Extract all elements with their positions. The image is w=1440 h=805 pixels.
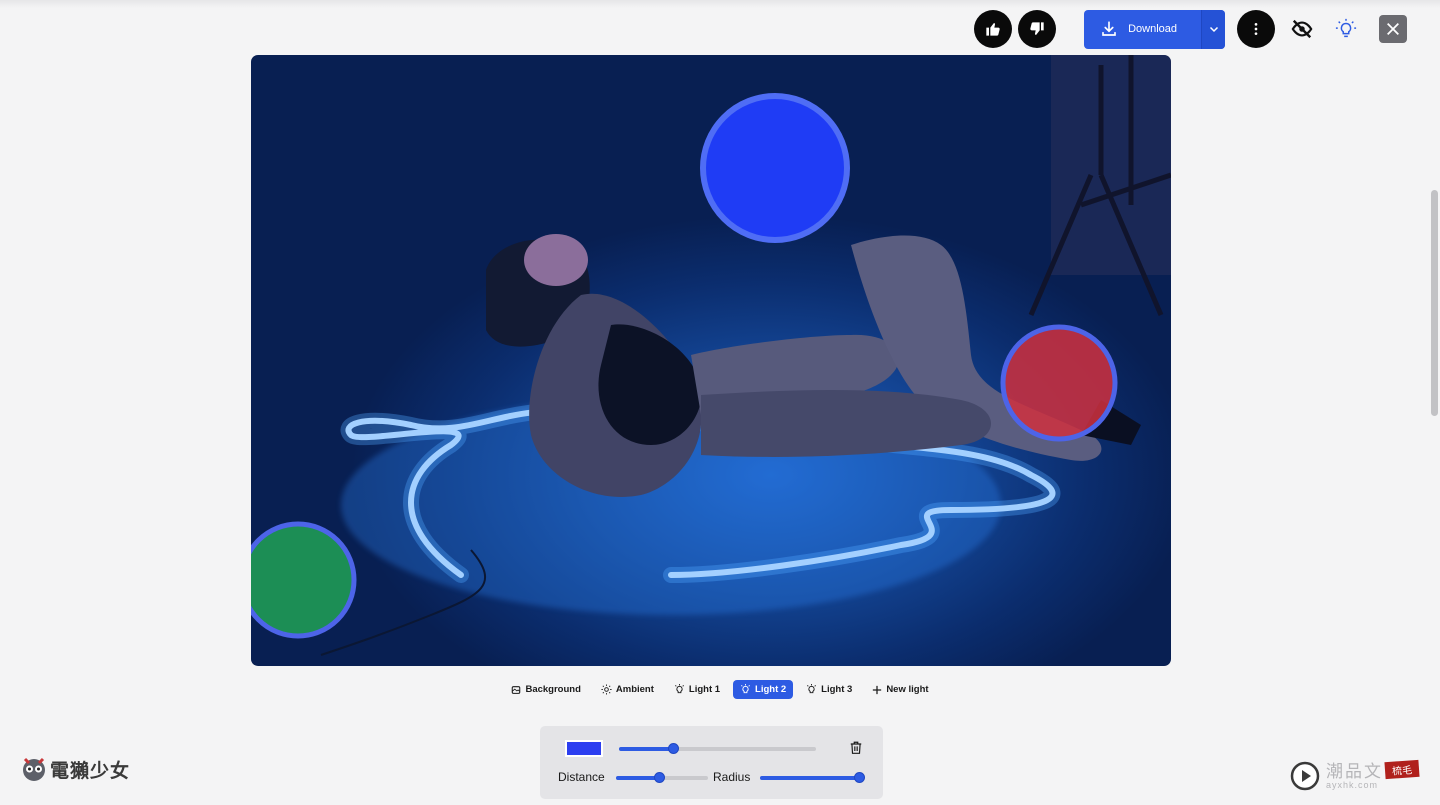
tab-light-1[interactable]: Light 1 <box>667 680 727 699</box>
light-3-handle[interactable] <box>1000 324 1118 442</box>
plus-icon <box>873 685 882 694</box>
radius-slider-fill <box>760 776 860 780</box>
more-options-button[interactable] <box>1237 10 1275 48</box>
thumbs-down-button[interactable] <box>1018 10 1057 48</box>
tab-new-light-label: New light <box>886 684 929 695</box>
tab-light-2[interactable]: Light 2 <box>733 680 794 699</box>
bulb-icon <box>807 684 817 694</box>
light-1-handle[interactable] <box>251 521 357 639</box>
background-icon <box>512 685 521 694</box>
eye-off-icon <box>1291 19 1313 39</box>
more-vertical-icon <box>1254 23 1258 35</box>
otter-logo-icon <box>23 757 45 781</box>
tab-ambient[interactable]: Ambient <box>594 680 661 699</box>
close-icon <box>1387 23 1399 35</box>
radius-label: Radius <box>713 770 751 784</box>
bulb-icon <box>741 684 750 694</box>
intensity-slider-fill <box>619 747 675 751</box>
chevron-down-icon <box>1209 26 1218 33</box>
watermark-right-sub: ayxhk.com <box>1326 779 1379 790</box>
tab-light-1-label: Light 1 <box>688 684 721 695</box>
distance-label: Distance <box>558 770 605 784</box>
trash-icon <box>850 741 862 754</box>
lightbulb-icon <box>1335 18 1357 38</box>
studio-backdrop <box>1051 55 1171 275</box>
distance-slider-knob[interactable] <box>654 772 666 783</box>
light-2-handle[interactable] <box>700 93 850 243</box>
bulb-icon <box>674 684 684 694</box>
light-color-swatch[interactable] <box>565 740 603 757</box>
tab-light-2-label: Light 2 <box>755 684 787 695</box>
photo-scene <box>251 55 1171 656</box>
radius-slider[interactable] <box>760 772 865 783</box>
intensity-slider-knob[interactable] <box>668 743 680 754</box>
radius-slider-knob[interactable] <box>853 772 865 783</box>
top-shadow <box>0 0 1440 8</box>
watermark-left: 電獺少女 <box>21 755 130 783</box>
download-label: Download <box>1128 23 1177 35</box>
relight-toggle-button[interactable] <box>1329 12 1363 46</box>
watermark-right: 潮品文 ayxhk.com <box>1290 761 1383 791</box>
delete-light-button[interactable] <box>849 740 863 760</box>
watermark-left-text: 電獺少女 <box>50 760 131 782</box>
distance-slider[interactable] <box>616 772 708 783</box>
thumbs-up-button[interactable] <box>974 10 1013 48</box>
thumbs-up-icon <box>986 23 1000 36</box>
download-options-button[interactable] <box>1201 9 1225 49</box>
watermark-right-text: 潮品文 <box>1326 761 1383 781</box>
light-tabs: Background Ambient Light 1 Light 2 Light… <box>0 680 1440 699</box>
tab-background-label: Background <box>525 684 581 695</box>
download-button[interactable]: Download <box>1084 10 1201 49</box>
thumbs-down-icon <box>1030 22 1044 35</box>
page-scrollbar[interactable] <box>1431 190 1438 416</box>
close-button[interactable] <box>1379 15 1407 43</box>
tab-ambient-label: Ambient <box>615 684 654 695</box>
tab-light-3[interactable]: Light 3 <box>799 680 859 699</box>
tab-background[interactable]: Background <box>504 680 587 699</box>
play-logo-icon <box>1290 761 1320 791</box>
tab-new-light[interactable]: New light <box>865 680 935 699</box>
hide-lights-button[interactable] <box>1285 12 1319 46</box>
download-split-button: Download <box>1084 9 1225 49</box>
relit-photo-canvas[interactable] <box>251 55 1171 666</box>
sun-icon <box>601 684 612 695</box>
intensity-slider[interactable] <box>619 743 816 754</box>
tab-light-3-label: Light 3 <box>821 684 853 695</box>
top-toolbar: Download <box>974 9 1407 49</box>
download-icon <box>1102 21 1116 36</box>
watermark-seal: 梳毛 <box>1384 759 1420 780</box>
light-settings-panel: Distance Radius <box>540 726 883 799</box>
